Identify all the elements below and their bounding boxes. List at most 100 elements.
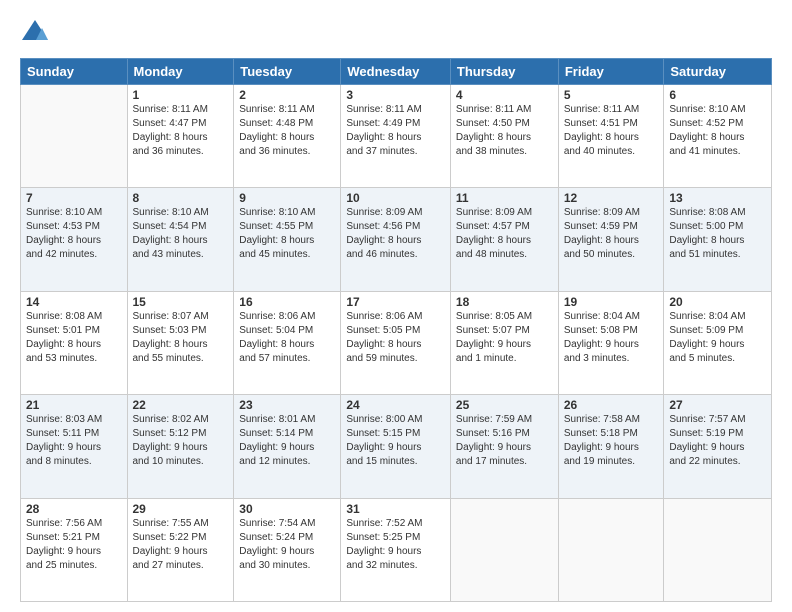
day-cell: 12Sunrise: 8:09 AM Sunset: 4:59 PM Dayli…	[558, 188, 664, 291]
day-number: 12	[564, 191, 659, 205]
day-info: Sunrise: 8:04 AM Sunset: 5:08 PM Dayligh…	[564, 310, 659, 366]
day-cell: 10Sunrise: 8:09 AM Sunset: 4:56 PM Dayli…	[341, 188, 451, 291]
calendar-header: SundayMondayTuesdayWednesdayThursdayFrid…	[21, 59, 772, 85]
day-cell: 2Sunrise: 8:11 AM Sunset: 4:48 PM Daylig…	[234, 85, 341, 188]
day-number: 26	[564, 398, 659, 412]
day-info: Sunrise: 8:11 AM Sunset: 4:49 PM Dayligh…	[346, 103, 445, 159]
day-cell: 1Sunrise: 8:11 AM Sunset: 4:47 PM Daylig…	[127, 85, 234, 188]
day-info: Sunrise: 8:04 AM Sunset: 5:09 PM Dayligh…	[669, 310, 766, 366]
day-info: Sunrise: 8:08 AM Sunset: 5:01 PM Dayligh…	[26, 310, 122, 366]
day-number: 1	[133, 88, 229, 102]
header-cell-tuesday: Tuesday	[234, 59, 341, 85]
day-info: Sunrise: 8:11 AM Sunset: 4:51 PM Dayligh…	[564, 103, 659, 159]
day-cell: 20Sunrise: 8:04 AM Sunset: 5:09 PM Dayli…	[664, 291, 772, 394]
logo-icon	[20, 18, 50, 48]
day-info: Sunrise: 8:07 AM Sunset: 5:03 PM Dayligh…	[133, 310, 229, 366]
day-number: 4	[456, 88, 553, 102]
header-cell-friday: Friday	[558, 59, 664, 85]
day-number: 18	[456, 295, 553, 309]
day-cell: 26Sunrise: 7:58 AM Sunset: 5:18 PM Dayli…	[558, 395, 664, 498]
day-info: Sunrise: 8:03 AM Sunset: 5:11 PM Dayligh…	[26, 413, 122, 469]
day-number: 6	[669, 88, 766, 102]
day-cell: 28Sunrise: 7:56 AM Sunset: 5:21 PM Dayli…	[21, 498, 128, 601]
day-cell: 17Sunrise: 8:06 AM Sunset: 5:05 PM Dayli…	[341, 291, 451, 394]
day-number: 10	[346, 191, 445, 205]
day-cell: 25Sunrise: 7:59 AM Sunset: 5:16 PM Dayli…	[450, 395, 558, 498]
day-cell	[558, 498, 664, 601]
header-cell-thursday: Thursday	[450, 59, 558, 85]
day-cell: 24Sunrise: 8:00 AM Sunset: 5:15 PM Dayli…	[341, 395, 451, 498]
day-number: 22	[133, 398, 229, 412]
day-number: 23	[239, 398, 335, 412]
day-number: 3	[346, 88, 445, 102]
day-info: Sunrise: 7:58 AM Sunset: 5:18 PM Dayligh…	[564, 413, 659, 469]
calendar-body: 1Sunrise: 8:11 AM Sunset: 4:47 PM Daylig…	[21, 85, 772, 602]
day-info: Sunrise: 7:52 AM Sunset: 5:25 PM Dayligh…	[346, 517, 445, 573]
header	[20, 18, 772, 48]
day-number: 11	[456, 191, 553, 205]
header-row: SundayMondayTuesdayWednesdayThursdayFrid…	[21, 59, 772, 85]
day-number: 5	[564, 88, 659, 102]
day-cell: 11Sunrise: 8:09 AM Sunset: 4:57 PM Dayli…	[450, 188, 558, 291]
day-info: Sunrise: 8:00 AM Sunset: 5:15 PM Dayligh…	[346, 413, 445, 469]
day-cell: 13Sunrise: 8:08 AM Sunset: 5:00 PM Dayli…	[664, 188, 772, 291]
header-cell-wednesday: Wednesday	[341, 59, 451, 85]
day-cell: 4Sunrise: 8:11 AM Sunset: 4:50 PM Daylig…	[450, 85, 558, 188]
day-info: Sunrise: 8:02 AM Sunset: 5:12 PM Dayligh…	[133, 413, 229, 469]
day-cell: 18Sunrise: 8:05 AM Sunset: 5:07 PM Dayli…	[450, 291, 558, 394]
day-info: Sunrise: 8:10 AM Sunset: 4:54 PM Dayligh…	[133, 206, 229, 262]
day-cell	[21, 85, 128, 188]
header-cell-saturday: Saturday	[664, 59, 772, 85]
day-number: 28	[26, 502, 122, 516]
week-row-4: 21Sunrise: 8:03 AM Sunset: 5:11 PM Dayli…	[21, 395, 772, 498]
day-cell: 19Sunrise: 8:04 AM Sunset: 5:08 PM Dayli…	[558, 291, 664, 394]
day-info: Sunrise: 7:57 AM Sunset: 5:19 PM Dayligh…	[669, 413, 766, 469]
day-cell: 16Sunrise: 8:06 AM Sunset: 5:04 PM Dayli…	[234, 291, 341, 394]
day-number: 30	[239, 502, 335, 516]
day-number: 7	[26, 191, 122, 205]
day-number: 19	[564, 295, 659, 309]
day-cell: 14Sunrise: 8:08 AM Sunset: 5:01 PM Dayli…	[21, 291, 128, 394]
header-cell-monday: Monday	[127, 59, 234, 85]
day-info: Sunrise: 7:59 AM Sunset: 5:16 PM Dayligh…	[456, 413, 553, 469]
day-cell: 15Sunrise: 8:07 AM Sunset: 5:03 PM Dayli…	[127, 291, 234, 394]
day-cell	[664, 498, 772, 601]
week-row-1: 1Sunrise: 8:11 AM Sunset: 4:47 PM Daylig…	[21, 85, 772, 188]
calendar-table: SundayMondayTuesdayWednesdayThursdayFrid…	[20, 58, 772, 602]
day-info: Sunrise: 8:01 AM Sunset: 5:14 PM Dayligh…	[239, 413, 335, 469]
day-number: 21	[26, 398, 122, 412]
day-cell: 27Sunrise: 7:57 AM Sunset: 5:19 PM Dayli…	[664, 395, 772, 498]
day-number: 20	[669, 295, 766, 309]
day-info: Sunrise: 8:05 AM Sunset: 5:07 PM Dayligh…	[456, 310, 553, 366]
day-cell: 22Sunrise: 8:02 AM Sunset: 5:12 PM Dayli…	[127, 395, 234, 498]
day-number: 17	[346, 295, 445, 309]
day-number: 29	[133, 502, 229, 516]
day-info: Sunrise: 8:06 AM Sunset: 5:04 PM Dayligh…	[239, 310, 335, 366]
day-cell: 6Sunrise: 8:10 AM Sunset: 4:52 PM Daylig…	[664, 85, 772, 188]
day-info: Sunrise: 8:09 AM Sunset: 4:56 PM Dayligh…	[346, 206, 445, 262]
day-cell: 30Sunrise: 7:54 AM Sunset: 5:24 PM Dayli…	[234, 498, 341, 601]
day-info: Sunrise: 8:08 AM Sunset: 5:00 PM Dayligh…	[669, 206, 766, 262]
day-number: 16	[239, 295, 335, 309]
day-number: 27	[669, 398, 766, 412]
day-number: 24	[346, 398, 445, 412]
logo	[20, 18, 54, 48]
day-info: Sunrise: 7:54 AM Sunset: 5:24 PM Dayligh…	[239, 517, 335, 573]
day-info: Sunrise: 8:06 AM Sunset: 5:05 PM Dayligh…	[346, 310, 445, 366]
day-info: Sunrise: 8:11 AM Sunset: 4:48 PM Dayligh…	[239, 103, 335, 159]
day-cell: 7Sunrise: 8:10 AM Sunset: 4:53 PM Daylig…	[21, 188, 128, 291]
day-number: 25	[456, 398, 553, 412]
day-cell: 21Sunrise: 8:03 AM Sunset: 5:11 PM Dayli…	[21, 395, 128, 498]
day-info: Sunrise: 7:55 AM Sunset: 5:22 PM Dayligh…	[133, 517, 229, 573]
day-cell: 3Sunrise: 8:11 AM Sunset: 4:49 PM Daylig…	[341, 85, 451, 188]
week-row-3: 14Sunrise: 8:08 AM Sunset: 5:01 PM Dayli…	[21, 291, 772, 394]
day-number: 8	[133, 191, 229, 205]
day-number: 13	[669, 191, 766, 205]
day-info: Sunrise: 8:11 AM Sunset: 4:50 PM Dayligh…	[456, 103, 553, 159]
week-row-2: 7Sunrise: 8:10 AM Sunset: 4:53 PM Daylig…	[21, 188, 772, 291]
day-number: 9	[239, 191, 335, 205]
day-info: Sunrise: 8:11 AM Sunset: 4:47 PM Dayligh…	[133, 103, 229, 159]
calendar-container: SundayMondayTuesdayWednesdayThursdayFrid…	[0, 0, 792, 612]
day-number: 31	[346, 502, 445, 516]
day-info: Sunrise: 8:09 AM Sunset: 4:57 PM Dayligh…	[456, 206, 553, 262]
